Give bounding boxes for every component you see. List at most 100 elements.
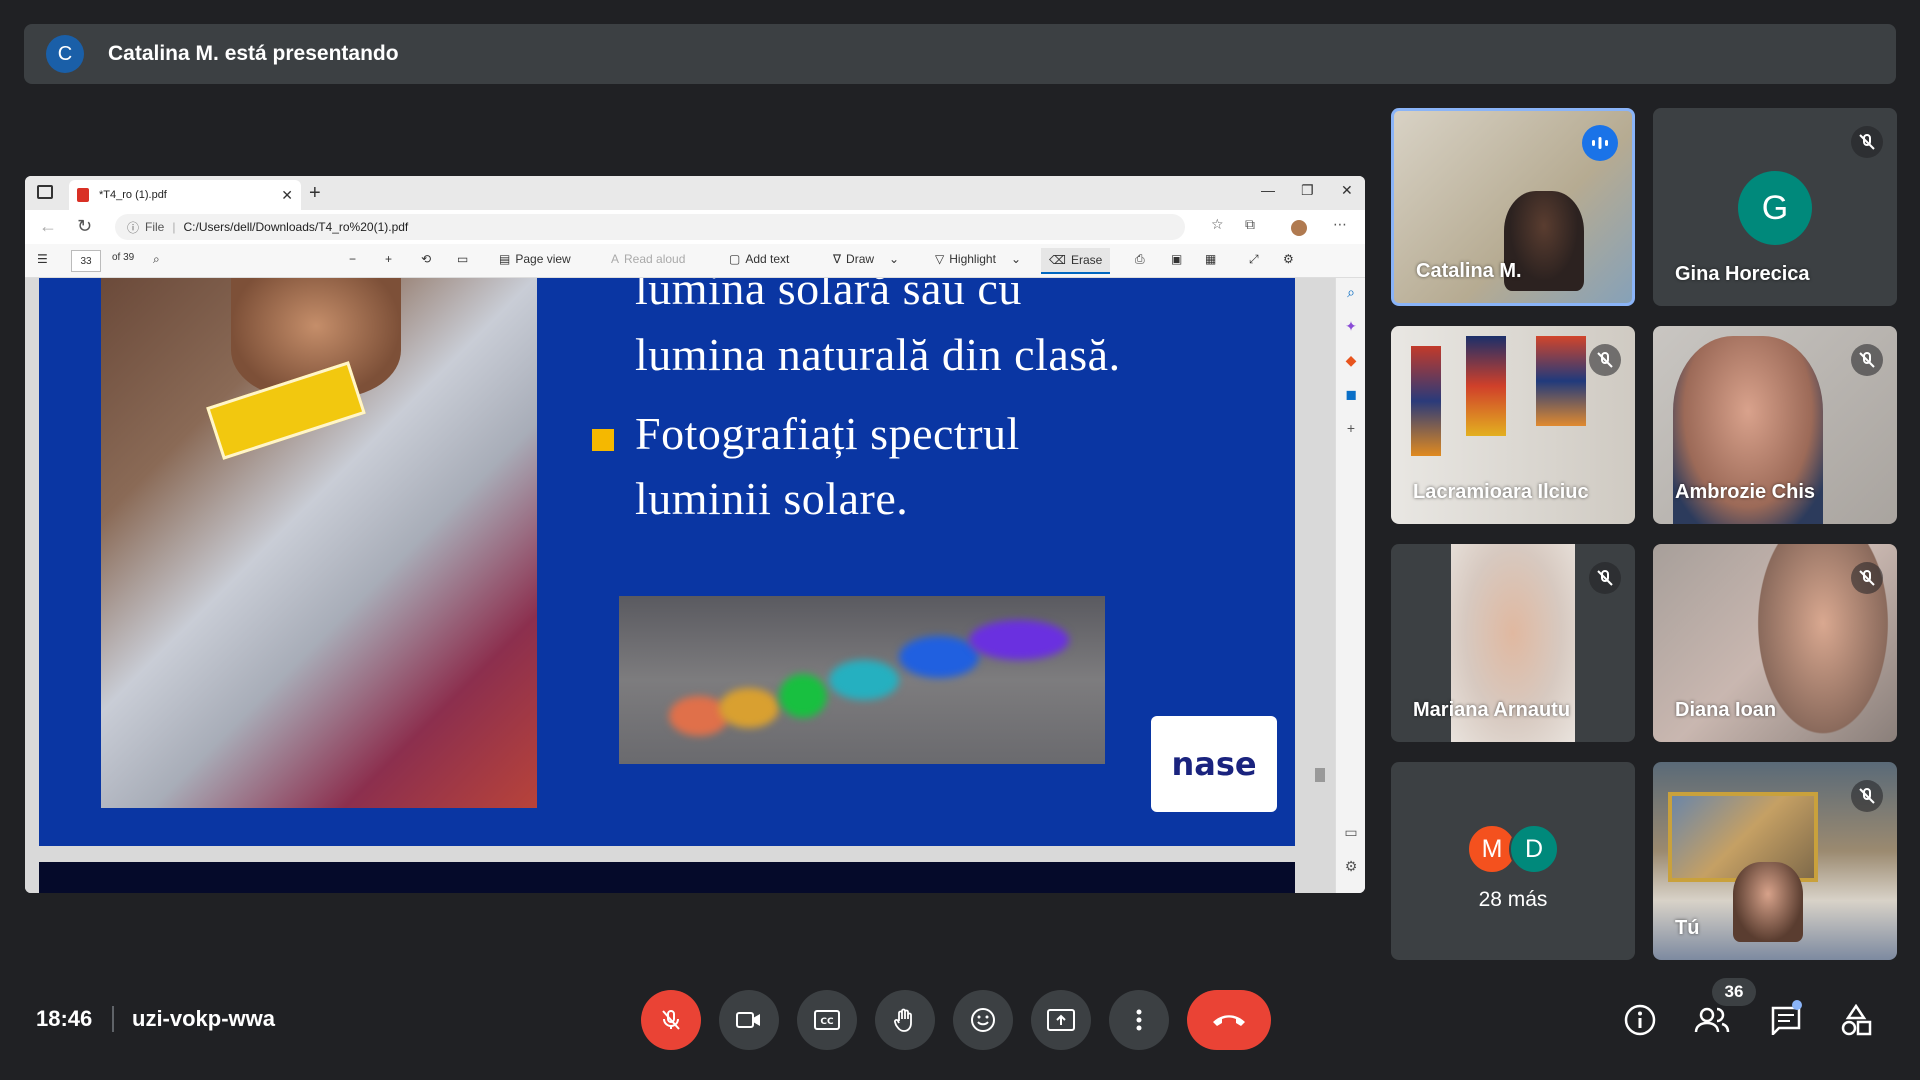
- divider: [112, 1006, 114, 1032]
- toggle-mic-button[interactable]: [641, 990, 701, 1050]
- erase-button[interactable]: ⌫ Erase: [1041, 248, 1111, 274]
- more-vert-icon: [1136, 1009, 1142, 1031]
- fit-icon[interactable]: ▭: [457, 252, 468, 266]
- collections-icon[interactable]: ⧉: [1245, 216, 1255, 233]
- people-button[interactable]: [1694, 1002, 1730, 1038]
- present-screen-button[interactable]: [1031, 990, 1091, 1050]
- presenter-banner: C Catalina M. está presentando: [24, 24, 1896, 84]
- address-bar: ← ↻ ⓘ File | C:/Users/dell/Downloads/T4_…: [25, 210, 1365, 244]
- raise-hand-button[interactable]: [875, 990, 935, 1050]
- participant-tile[interactable]: Lacramioara Ilciuc: [1391, 326, 1635, 524]
- settings-icon[interactable]: ⚙: [1283, 252, 1294, 266]
- close-window-icon[interactable]: ✕: [1341, 182, 1353, 199]
- zoom-in-icon[interactable]: +: [385, 252, 392, 266]
- participant-name: Gina Horecica: [1675, 263, 1810, 285]
- page-view-button[interactable]: ▤ Page view: [499, 252, 571, 266]
- highlight-button[interactable]: ▽ Highlight ⌄: [935, 252, 1021, 266]
- emoji-icon: [971, 1008, 995, 1032]
- refresh-icon[interactable]: ↻: [77, 216, 92, 237]
- save-icon[interactable]: ▣: [1171, 252, 1182, 266]
- read-aloud-button[interactable]: A Read aloud: [611, 252, 685, 266]
- highlight-icon: ▽: [935, 252, 945, 266]
- print-icon[interactable]: ⎙: [1135, 252, 1145, 267]
- reactions-button[interactable]: [953, 990, 1013, 1050]
- svg-text:CC: CC: [820, 1017, 834, 1027]
- participant-name: Tú: [1675, 917, 1700, 939]
- draw-button[interactable]: ∇ Draw ⌄: [833, 252, 899, 266]
- slide-bullet: [592, 429, 614, 451]
- scrollbar-thumb[interactable]: [1315, 768, 1325, 782]
- camera-icon: [736, 1012, 760, 1028]
- eraser-icon: ⌫: [1049, 253, 1066, 267]
- more-icon[interactable]: ⋯: [1333, 216, 1347, 233]
- participant-tile[interactable]: G Gina Horecica: [1653, 108, 1897, 306]
- leave-call-button[interactable]: [1187, 990, 1271, 1050]
- office-icon[interactable]: ◆: [1343, 352, 1359, 368]
- participant-tile[interactable]: Ambrozie Chis: [1653, 326, 1897, 524]
- participant-tile[interactable]: Diana Ioan: [1653, 544, 1897, 742]
- search-icon[interactable]: ⌕: [1343, 284, 1359, 300]
- page-number-input[interactable]: 33: [71, 250, 101, 272]
- slide-text-line-3: Fotografiați spectrul: [635, 408, 1020, 459]
- present-screen-icon: [1047, 1009, 1075, 1031]
- clock: 18:46: [36, 1006, 93, 1031]
- fullscreen-icon[interactable]: ⤢: [1249, 252, 1259, 267]
- draw-icon: ∇: [833, 252, 842, 266]
- tab-close-icon[interactable]: ✕: [281, 187, 293, 204]
- slide-text-line-2: lumina naturală din clasă.: [635, 329, 1121, 380]
- profile-avatar[interactable]: [1291, 220, 1307, 236]
- participant-name: Ambrozie Chis: [1675, 481, 1816, 503]
- pdf-viewport[interactable]: lumina solară sau cu lumina naturală din…: [25, 278, 1335, 893]
- contents-icon[interactable]: ☰: [37, 252, 48, 266]
- favorites-icon[interactable]: ☆: [1211, 216, 1224, 233]
- copilot-icon[interactable]: ✦: [1343, 318, 1359, 334]
- chevron-down-icon: ⌄: [1010, 252, 1021, 266]
- add-icon[interactable]: +: [1343, 420, 1359, 436]
- new-tab-button[interactable]: +: [309, 182, 321, 205]
- chat-notification-dot: [1792, 1000, 1802, 1010]
- rotate-icon[interactable]: ⟲: [421, 252, 431, 266]
- slide-text-line-1: lumina solară sau cu: [635, 278, 1022, 314]
- minimize-icon[interactable]: —: [1261, 182, 1275, 198]
- restore-icon[interactable]: ❐: [1301, 182, 1314, 199]
- activities-button[interactable]: [1838, 1002, 1874, 1038]
- outlook-icon[interactable]: ◼: [1343, 386, 1359, 402]
- meeting-details-button[interactable]: [1622, 1002, 1658, 1038]
- url-field[interactable]: ⓘ File | C:/Users/dell/Downloads/T4_ro%2…: [115, 214, 1185, 240]
- more-participants-tile[interactable]: M D 28 más: [1391, 762, 1635, 960]
- chevron-down-icon: ⌄: [889, 252, 900, 266]
- browser-tab[interactable]: *T4_ro (1).pdf ✕: [69, 180, 301, 210]
- sidebar-toggle-icon[interactable]: ▭: [1343, 824, 1359, 840]
- toggle-camera-button[interactable]: [719, 990, 779, 1050]
- tab-actions-icon[interactable]: [37, 185, 53, 199]
- mic-off-icon: [1851, 126, 1883, 158]
- participant-tile[interactable]: Catalina M.: [1391, 108, 1635, 306]
- more-options-button[interactable]: [1109, 990, 1169, 1050]
- presenter-avatar: C: [46, 35, 84, 73]
- browser-tabbar: *T4_ro (1).pdf ✕ + — ❐ ✕: [25, 176, 1365, 210]
- slide-page: lumina solară sau cu lumina naturală din…: [39, 278, 1295, 846]
- mic-off-icon: [662, 1010, 680, 1030]
- meeting-code: uzi-vokp-wwa: [132, 1006, 276, 1031]
- info-icon: ⓘ: [127, 220, 140, 235]
- mic-off-icon: [1589, 344, 1621, 376]
- back-icon[interactable]: ←: [39, 216, 57, 237]
- page-total: of 39: [112, 252, 135, 263]
- save-as-icon[interactable]: ▦: [1205, 252, 1216, 266]
- slide-photo-girl: [101, 278, 537, 808]
- info-icon: [1624, 1004, 1656, 1036]
- search-icon[interactable]: ⌕: [153, 252, 160, 267]
- zoom-out-icon[interactable]: −: [349, 252, 356, 266]
- participant-name: Catalina M.: [1416, 260, 1522, 282]
- spectrum-photo: [619, 596, 1105, 764]
- page-view-icon: ▤: [499, 252, 511, 266]
- settings-icon[interactable]: ⚙: [1343, 858, 1359, 874]
- participant-tile[interactable]: Mariana Arnautu: [1391, 544, 1635, 742]
- add-text-button[interactable]: ▢ Add text: [729, 252, 789, 266]
- pdf-file-icon: [77, 188, 89, 202]
- participant-tile[interactable]: Tú: [1653, 762, 1897, 960]
- captions-button[interactable]: CC: [797, 990, 857, 1050]
- mic-off-icon: [1851, 344, 1883, 376]
- url-text: C:/Users/dell/Downloads/T4_ro%20(1).pdf: [183, 220, 409, 234]
- speaking-indicator-icon: [1582, 125, 1618, 161]
